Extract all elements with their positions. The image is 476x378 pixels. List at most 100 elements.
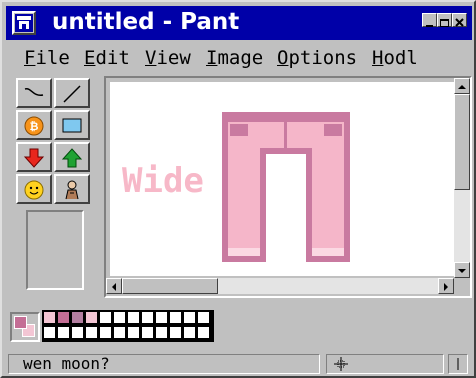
scroll-right-button[interactable] xyxy=(438,278,454,294)
bitcoin-icon: ₿ xyxy=(24,116,44,136)
menu-hodl[interactable]: Hodl xyxy=(372,47,418,69)
figure-tool[interactable] xyxy=(54,174,90,204)
menu-image[interactable]: Image xyxy=(206,47,263,69)
menu-options[interactable]: Options xyxy=(277,47,357,69)
horizontal-scroll-thumb[interactable] xyxy=(122,278,218,294)
menu-file[interactable]: File xyxy=(24,47,70,69)
palette-swatch[interactable] xyxy=(127,326,140,339)
status-message-pane: wen moon? xyxy=(8,354,320,374)
menu-image-mnemonic: I xyxy=(206,47,218,69)
down-arrow-icon xyxy=(23,148,45,168)
palette-swatch[interactable] xyxy=(85,326,98,339)
menu-edit-label: dit xyxy=(95,47,130,69)
palette-swatch[interactable] xyxy=(197,326,210,339)
line-icon xyxy=(63,85,81,103)
palette-swatch[interactable] xyxy=(99,326,112,339)
menu-edit-mnemonic: E xyxy=(84,47,96,69)
menu-view-label: iew xyxy=(156,47,191,69)
palette-swatch[interactable] xyxy=(85,311,98,324)
palette-swatch[interactable] xyxy=(169,326,182,339)
menu-bar: File Edit View Image Options Hodl xyxy=(6,42,472,74)
foreground-color-swatch[interactable] xyxy=(14,316,27,329)
palette-swatch[interactable] xyxy=(57,326,70,339)
menu-hodl-mnemonic: H xyxy=(372,47,384,69)
smiley-tool[interactable] xyxy=(16,174,52,204)
menu-view-mnemonic: V xyxy=(145,47,157,69)
curve-tool[interactable] xyxy=(16,78,52,108)
menu-file-mnemonic: F xyxy=(24,47,36,69)
smiley-icon xyxy=(24,180,44,200)
menu-options-label: ptions xyxy=(288,47,358,69)
paint-app-icon[interactable] xyxy=(12,11,36,35)
line-tool[interactable] xyxy=(54,78,90,108)
paint-window: untitled - Pant File Edit View Image Opt… xyxy=(0,0,476,378)
drawing-canvas[interactable]: Wide xyxy=(110,82,454,276)
palette-swatch[interactable] xyxy=(113,326,126,339)
window-title: untitled - Pant xyxy=(52,9,240,35)
minimize-button[interactable] xyxy=(422,13,437,27)
maximize-button[interactable] xyxy=(437,13,452,27)
palette-swatch[interactable] xyxy=(57,311,70,324)
horizontal-scrollbar[interactable] xyxy=(106,278,454,294)
current-colors[interactable] xyxy=(10,312,40,342)
palette-swatch[interactable] xyxy=(127,311,140,324)
status-message: wen moon? xyxy=(23,354,110,373)
palette-swatch[interactable] xyxy=(113,311,126,324)
scroll-left-button[interactable] xyxy=(106,278,122,294)
rectangle-icon xyxy=(62,118,82,133)
status-bar: wen moon? xyxy=(6,352,472,376)
bitcoin-tool[interactable]: ₿ xyxy=(16,110,52,140)
menu-hodl-label: odl xyxy=(383,47,418,69)
svg-text:₿: ₿ xyxy=(30,120,39,133)
vertical-scroll-thumb[interactable] xyxy=(454,94,470,190)
palette-swatch[interactable] xyxy=(141,311,154,324)
palette-swatch[interactable] xyxy=(183,326,196,339)
tool-options-box[interactable] xyxy=(26,210,84,290)
palette-swatch[interactable] xyxy=(197,311,210,324)
scroll-down-icon xyxy=(458,269,466,273)
maximize-icon xyxy=(440,19,449,27)
scroll-left-icon xyxy=(112,283,116,291)
palette-swatch[interactable] xyxy=(169,311,182,324)
scroll-corner xyxy=(454,278,470,294)
canvas-frame: Wide xyxy=(104,76,472,298)
close-icon xyxy=(455,18,464,27)
scroll-up-icon xyxy=(458,85,466,89)
pants-drawing xyxy=(222,112,350,262)
palette-swatch[interactable] xyxy=(155,311,168,324)
palette-swatch[interactable] xyxy=(71,326,84,339)
cursor-position-icon xyxy=(334,357,348,371)
scroll-down-button[interactable] xyxy=(454,262,470,278)
figure-icon xyxy=(65,180,79,200)
palette-swatch[interactable] xyxy=(141,326,154,339)
status-coordinates-pane xyxy=(326,354,444,374)
palette-swatch[interactable] xyxy=(155,326,168,339)
down-arrow-tool[interactable] xyxy=(16,142,52,172)
menu-file-label: ile xyxy=(35,47,70,69)
menu-view[interactable]: View xyxy=(145,47,191,69)
title-bar[interactable]: untitled - Pant xyxy=(6,6,472,40)
color-palette xyxy=(6,300,472,350)
vertical-scrollbar[interactable] xyxy=(454,78,470,278)
menu-image-label: mage xyxy=(217,47,264,69)
up-arrow-icon xyxy=(61,148,83,168)
palette-swatch[interactable] xyxy=(43,326,56,339)
status-extra-pane xyxy=(448,354,468,374)
close-button[interactable] xyxy=(452,13,467,27)
up-arrow-tool[interactable] xyxy=(54,142,90,172)
scroll-right-icon xyxy=(444,283,448,291)
toolbox: ₿ xyxy=(12,76,96,294)
menu-edit[interactable]: Edit xyxy=(84,47,130,69)
palette-swatch[interactable] xyxy=(43,311,56,324)
minimize-icon xyxy=(426,25,433,27)
palette-swatch[interactable] xyxy=(99,311,112,324)
rectangle-tool[interactable] xyxy=(54,110,90,140)
palette-swatches xyxy=(42,310,214,342)
menu-options-mnemonic: O xyxy=(277,47,289,69)
canvas-text: Wide xyxy=(122,161,204,201)
curve-icon xyxy=(24,88,44,96)
palette-swatch[interactable] xyxy=(71,311,84,324)
palette-swatch[interactable] xyxy=(183,311,196,324)
scroll-up-button[interactable] xyxy=(454,78,470,94)
size-icon xyxy=(457,358,459,370)
